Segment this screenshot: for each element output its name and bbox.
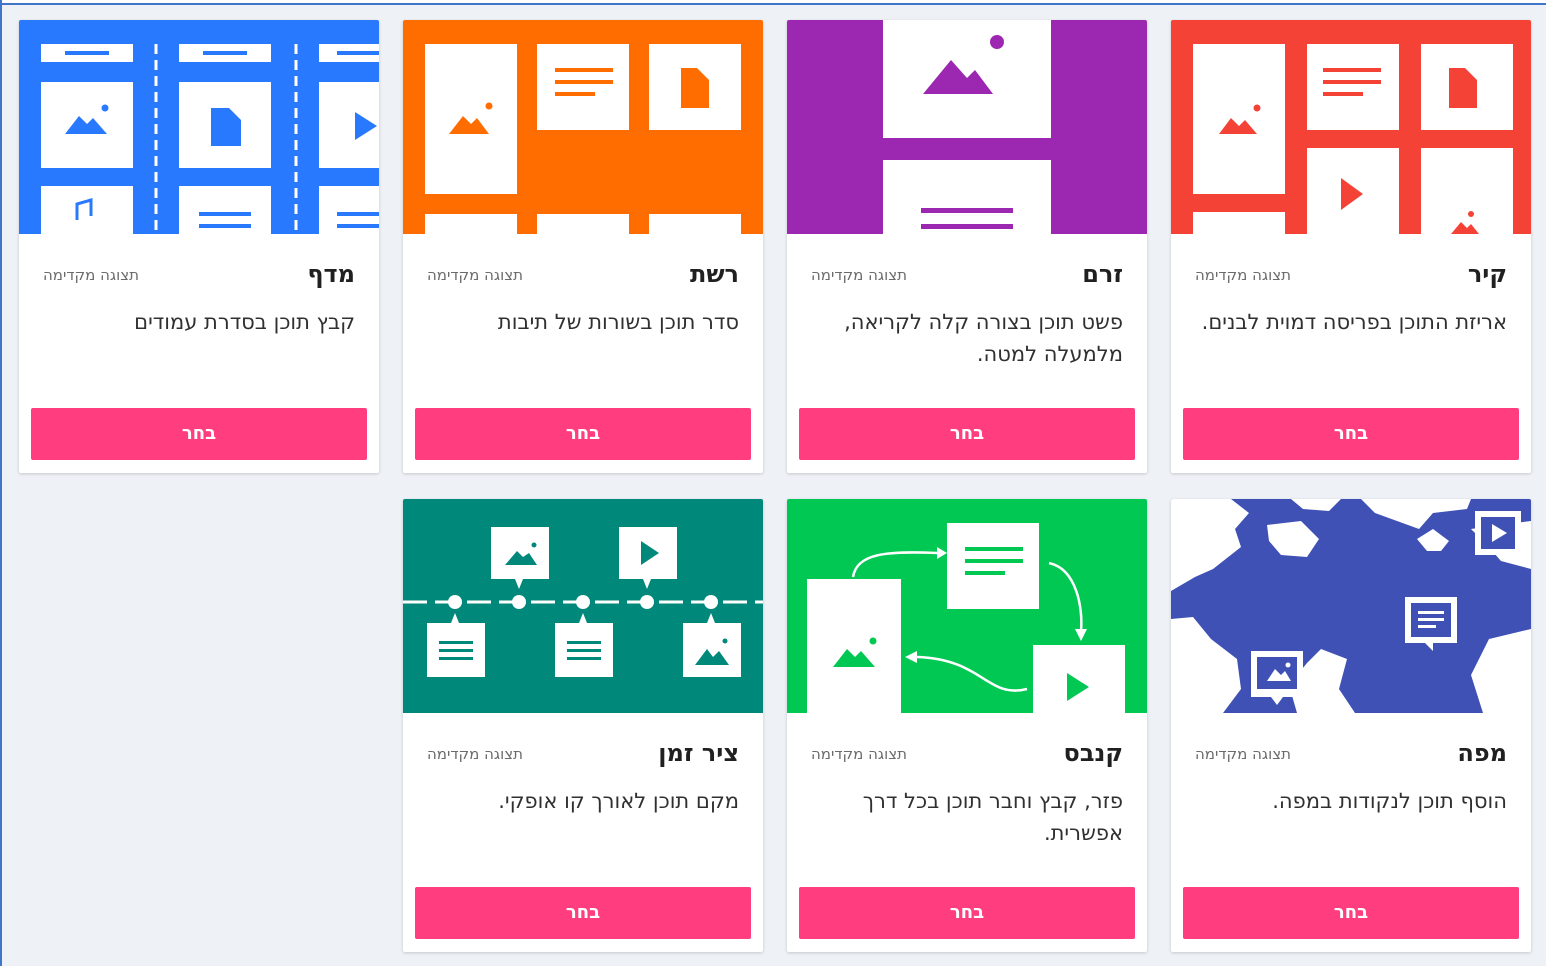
preview-link[interactable]: תצוגה מקדימה <box>427 266 523 284</box>
map-layout-icon <box>1171 499 1531 713</box>
grid-layout-icon <box>403 20 763 234</box>
layout-card-stream: זרם תצוגה מקדימה פשט תוכן בצורה קלה לקרי… <box>787 20 1147 473</box>
choose-button[interactable]: בחר <box>1183 887 1519 939</box>
preview-link[interactable]: תצוגה מקדימה <box>43 266 139 284</box>
choose-button[interactable]: בחר <box>31 408 367 460</box>
preview-link[interactable]: תצוגה מקדימה <box>427 745 523 763</box>
layout-title: זרם <box>1082 260 1123 288</box>
layout-title: קיר <box>1467 260 1507 288</box>
layout-description: אריזת התוכן בפריסה דמוית לבנים. <box>1201 310 1507 334</box>
layout-title: מדף <box>307 260 355 288</box>
layout-title: קנבס <box>1063 739 1124 767</box>
layout-title: רשת <box>689 260 739 288</box>
preview-link[interactable]: תצוגה מקדימה <box>811 266 907 284</box>
layout-description: הוסף תוכן לנקודות במפה. <box>1272 789 1507 813</box>
choose-button[interactable]: בחר <box>799 408 1135 460</box>
preview-link[interactable]: תצוגה מקדימה <box>1195 266 1291 284</box>
layout-title: מפה <box>1457 739 1507 767</box>
layout-card-map: מפה תצוגה מקדימה הוסף תוכן לנקודות במפה.… <box>1171 499 1531 952</box>
layout-description: פזר, קבץ וחבר תוכן בכל דרך אפשרית. <box>862 789 1123 845</box>
layout-description: פשט תוכן בצורה קלה לקריאה, מלמעלה למטה. <box>844 310 1123 366</box>
layout-card-grid: רשת תצוגה מקדימה סדר תוכן בשורות של תיבו… <box>403 20 763 473</box>
layout-card-wall: קיר תצוגה מקדימה אריזת התוכן בפריסה דמוי… <box>1171 20 1531 473</box>
layout-title: ציר זמן <box>658 739 739 767</box>
preview-link[interactable]: תצוגה מקדימה <box>811 745 907 763</box>
preview-link[interactable]: תצוגה מקדימה <box>1195 745 1291 763</box>
timeline-layout-icon <box>403 499 763 713</box>
layout-description: סדר תוכן בשורות של תיבות <box>497 310 739 334</box>
choose-button[interactable]: בחר <box>799 887 1135 939</box>
choose-button[interactable]: בחר <box>415 408 751 460</box>
canvas-layout-icon <box>787 499 1147 713</box>
layout-description: קבץ תוכן בסדרת עמודים <box>134 310 355 334</box>
layout-description: מקם תוכן לאורך קו אופקי. <box>498 789 739 813</box>
stream-layout-icon <box>787 20 1147 234</box>
choose-button[interactable]: בחר <box>415 887 751 939</box>
layout-card-shelf: מדף תצוגה מקדימה קבץ תוכן בסדרת עמודים ב… <box>19 20 379 473</box>
shelf-layout-icon <box>19 20 379 234</box>
wall-layout-icon <box>1171 20 1531 234</box>
layout-card-canvas: קנבס תצוגה מקדימה פזר, קבץ וחבר תוכן בכל… <box>787 499 1147 952</box>
layout-card-timeline: ציר זמן תצוגה מקדימה מקם תוכן לאורך קו א… <box>403 499 763 952</box>
choose-button[interactable]: בחר <box>1183 408 1519 460</box>
layout-picker-grid: קיר תצוגה מקדימה אריזת התוכן בפריסה דמוי… <box>0 0 1546 966</box>
